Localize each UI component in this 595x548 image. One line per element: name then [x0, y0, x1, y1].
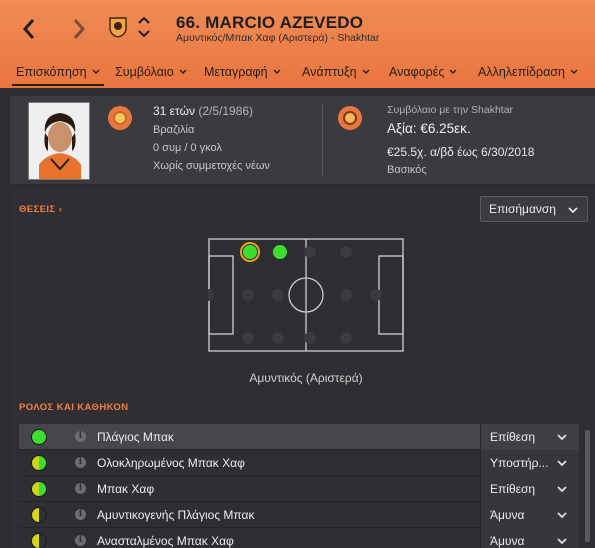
info-icon[interactable]: i [75, 431, 86, 442]
squad-status: Βασικός [387, 164, 427, 176]
tab-bar: Επισκόπηση Συμβόλαιο Μεταγραφή Ανάπτυξη … [0, 60, 595, 88]
role-rating-icon [31, 429, 47, 445]
info-icon[interactable]: i [75, 509, 86, 520]
tab-label: Μεταγραφή [204, 65, 268, 79]
tab-label: Αλληλεπίδραση [478, 65, 565, 79]
youth-caps: Χωρίς συμμετοχές νέων [153, 160, 270, 172]
positions-roles-panel: ΘΕΣΕΙΣ › Επισήμανση Αμυντικός (Αριστερά)… [10, 190, 595, 548]
tab-interaction[interactable]: Αλληλεπίδραση [478, 65, 578, 79]
pitch-diagram [208, 238, 404, 352]
chevron-down-icon [557, 538, 567, 545]
selected-position-label: Αμυντικός (Αριστερά) [249, 371, 363, 385]
divider [322, 104, 323, 176]
chevron-right-icon: › [58, 204, 63, 215]
role-row[interactable]: i Αμυντικογενής Πλάγιος Μπακ Άμυνα [19, 502, 579, 528]
age: 31 ετών (2/5/1986) [153, 104, 253, 118]
wage-info: €25.5χ. α/βδ έως 6/30/2018 [387, 145, 535, 159]
positions-heading[interactable]: ΘΕΣΕΙΣ › [19, 204, 62, 215]
back-button[interactable] [16, 14, 42, 44]
duty-select[interactable]: Υποστήρ... [480, 450, 579, 476]
natural-position-dot [243, 245, 257, 259]
contract-label: Συμβόλαιο με την Shakhtar [387, 104, 514, 116]
player-position-club: Αμυντικός/Μπακ Χαφ (Αριστερά) - Shakhtar [176, 32, 380, 44]
role-row[interactable]: i Μπακ Χαφ Επίθεση [19, 476, 579, 502]
role-rating-icon [31, 533, 47, 548]
chevron-down-icon [568, 207, 578, 214]
roles-list: i Πλάγιος Μπακ Επίθεση i Ολοκληρωμένος Μ… [19, 424, 579, 548]
duty-select[interactable]: Άμυνα [480, 502, 579, 528]
duty-label: Άμυνα [490, 508, 525, 522]
chevron-down-icon [570, 69, 578, 74]
duty-label: Επίθεση [490, 430, 536, 444]
info-icon[interactable]: i [75, 457, 86, 468]
tab-label: Αναφορές [389, 65, 445, 79]
role-name: Αμυντικογενής Πλάγιος Μπακ [97, 508, 255, 522]
player-header: 66. MARCIO AZEVEDO Αμυντικός/Μπακ Χαφ (Α… [0, 0, 595, 88]
roles-heading: ΡΟΛΟΣ ΚΑΙ ΚΑΘΗΚΟΝ [19, 402, 129, 413]
role-name: Ολοκληρωμένος Μπακ Χαφ [97, 456, 245, 470]
tab-label: Συμβόλαιο [115, 65, 174, 79]
duty-label: Άμυνα [490, 534, 525, 548]
date-of-birth: (2/5/1986) [198, 104, 254, 118]
highlight-dropdown[interactable]: Επισήμανση [480, 196, 588, 222]
player-value: Αξία: €6.25εκ. [387, 121, 471, 136]
tab-overview[interactable]: Επισκόπηση [16, 65, 100, 79]
role-row[interactable]: i Πλάγιος Μπακ Επίθεση [19, 424, 579, 450]
brazil-flag-icon [113, 111, 127, 125]
chevron-down-icon [557, 512, 567, 519]
player-photo [28, 102, 90, 180]
tab-transfer[interactable]: Μεταγραφή [204, 65, 281, 79]
chevron-down-icon [557, 460, 567, 467]
info-icon[interactable]: i [75, 535, 86, 546]
role-rating-icon [31, 507, 47, 523]
nationality: Βραζιλία [153, 124, 195, 136]
club-crest-icon[interactable] [108, 16, 128, 38]
info-icon[interactable]: i [75, 483, 86, 494]
tab-development[interactable]: Ανάπτυξη [302, 65, 370, 79]
chevron-down-icon [557, 434, 567, 441]
tab-label: Επισκόπηση [16, 65, 87, 79]
tab-label: Ανάπτυξη [302, 65, 357, 79]
chevron-right-icon [73, 19, 86, 39]
role-name: Ανασταλμένος Μπακ Χαφ [97, 534, 234, 548]
player-info-panel: 31 ετών (2/5/1986) Βραζιλία 0 συμ / 0 γκ… [10, 96, 595, 184]
tab-contract[interactable]: Συμβόλαιο [115, 65, 187, 79]
highlight-dropdown-label: Επισήμανση [489, 202, 556, 216]
chevron-down-icon [92, 69, 100, 74]
role-row[interactable]: i Ολοκληρωμένος Μπακ Χαφ Υποστήρ... [19, 450, 579, 476]
positions-heading-label: ΘΕΣΕΙΣ [19, 204, 56, 215]
forward-button[interactable] [66, 14, 92, 44]
chevron-down-icon [273, 69, 281, 74]
chevron-down-icon [449, 69, 457, 74]
tab-reports[interactable]: Αναφορές [389, 65, 457, 79]
role-name: Μπακ Χαφ [97, 482, 155, 496]
role-rating-icon [31, 455, 47, 471]
up-down-icon[interactable] [137, 14, 151, 40]
chevron-down-icon [362, 69, 370, 74]
club-badge[interactable] [338, 106, 362, 130]
nationality-badge[interactable] [108, 106, 132, 130]
role-rating-icon [31, 481, 47, 497]
role-name: Πλάγιος Μπακ [97, 430, 174, 444]
club-crest-icon [343, 111, 357, 125]
duty-select[interactable]: Άμυνα [480, 528, 579, 548]
accomplished-position-dot [273, 245, 287, 259]
duty-label: Επίθεση [490, 482, 536, 496]
active-tab-indicator [12, 84, 104, 86]
duty-label: Υποστήρ... [490, 456, 549, 470]
roles-scrollbar[interactable] [585, 430, 590, 542]
chevron-down-icon [557, 486, 567, 493]
role-row[interactable]: i Ανασταλμένος Μπακ Χαφ Άμυνα [19, 528, 579, 548]
duty-select[interactable]: Επίθεση [480, 476, 579, 502]
chevron-down-icon [179, 69, 187, 74]
player-name: 66. MARCIO AZEVEDO [176, 13, 364, 32]
age-value: 31 ετών [153, 104, 195, 118]
chevron-left-icon [22, 19, 35, 39]
international-caps: 0 συμ / 0 γκολ [153, 142, 222, 154]
duty-select[interactable]: Επίθεση [480, 424, 579, 450]
